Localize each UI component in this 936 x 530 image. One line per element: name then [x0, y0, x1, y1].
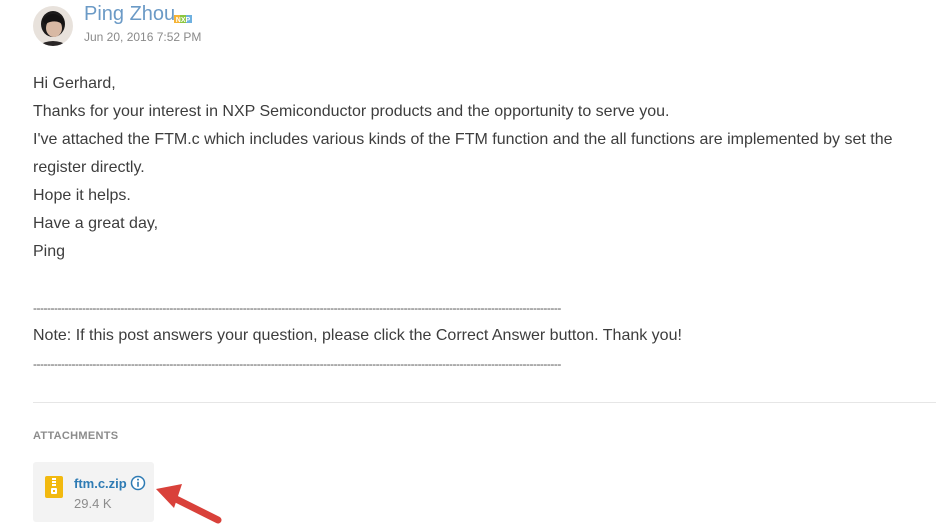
red-arrow-annotation [150, 478, 230, 530]
author-avatar[interactable] [33, 6, 73, 46]
attachment-file-link[interactable]: ftm.c.zip [74, 476, 127, 491]
svg-text:NXP: NXP [176, 17, 191, 24]
info-icon[interactable] [130, 475, 146, 491]
separator-line: ----------------------------------------… [33, 357, 561, 371]
post-date: Jun 20, 2016 7:52 PM [84, 30, 202, 44]
attachments-heading: ATTACHMENTS [33, 430, 119, 442]
body-paragraph: I've attached the FTM.c which includes v… [33, 131, 893, 176]
body-paragraph: Ping [33, 243, 66, 260]
post-body: Hi Gerhard, Thanks for your interest in … [33, 70, 923, 378]
body-paragraph: Hi Gerhard, [33, 75, 116, 92]
zip-file-icon[interactable] [45, 476, 63, 498]
separator-line: ----------------------------------------… [33, 301, 561, 315]
attachment-file-size: 29.4 K [74, 496, 112, 511]
note-text: Note: If this post answers your question… [33, 327, 682, 344]
author-name-link[interactable]: Ping Zhou [84, 3, 175, 26]
body-paragraph: Have a great day, [33, 215, 159, 232]
attachment-card[interactable]: ftm.c.zip 29.4 K [33, 462, 154, 522]
forum-post: Ping Zhou NXP Jun 20, 2016 7:52 PM Hi Ge… [0, 0, 936, 530]
body-paragraph: Thanks for your interest in NXP Semicond… [33, 103, 670, 120]
nxp-badge-icon: NXP [174, 11, 192, 24]
body-paragraph: Hope it helps. [33, 187, 131, 204]
section-divider [33, 402, 936, 403]
